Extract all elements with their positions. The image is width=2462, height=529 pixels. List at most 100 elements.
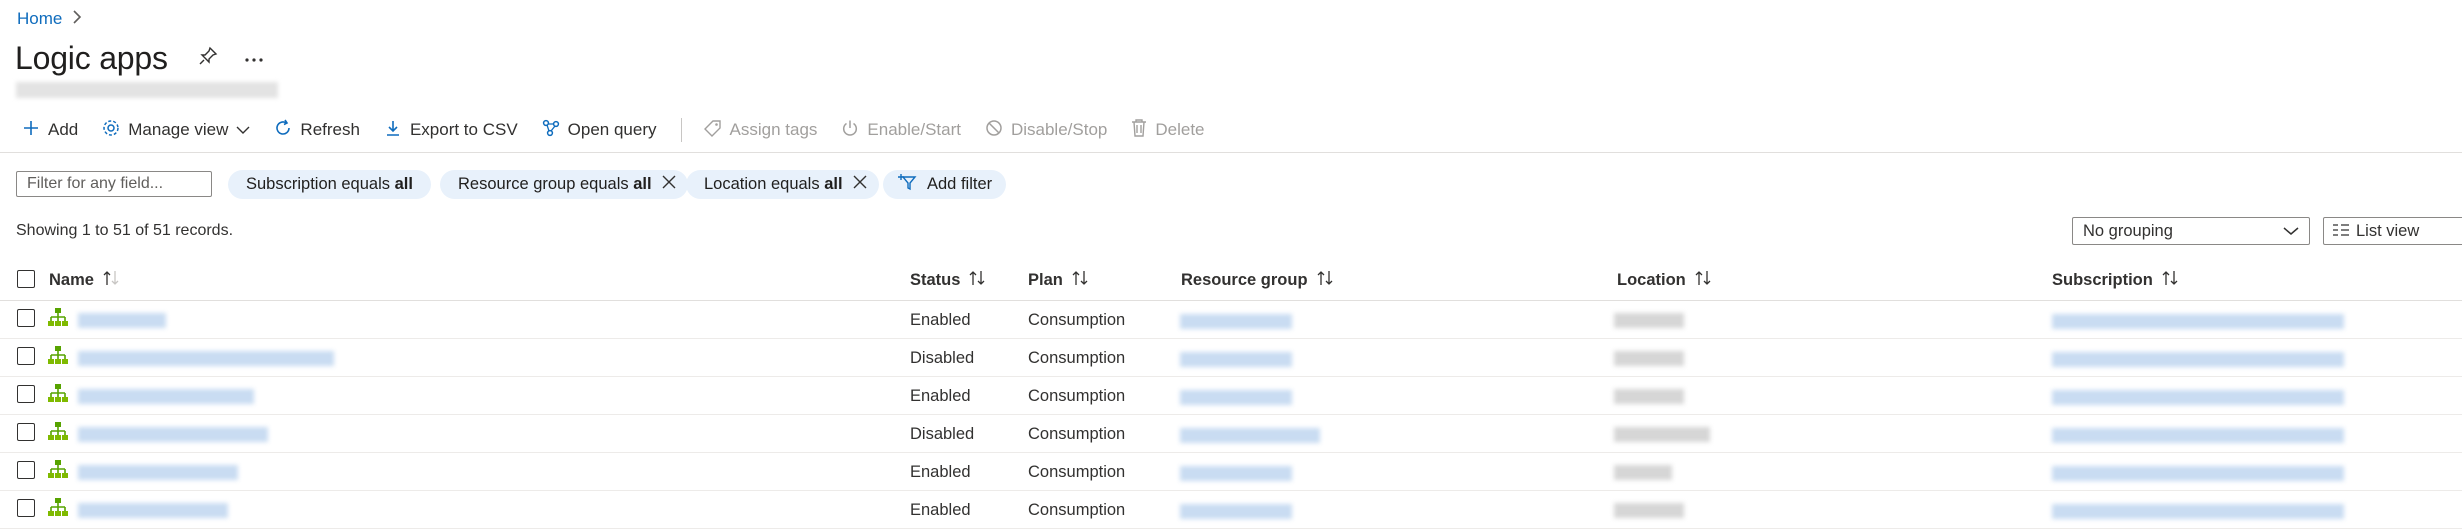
redacted-name-link[interactable] [78, 389, 254, 404]
column-header-resource-group[interactable]: Resource group [1181, 270, 1334, 291]
assign-tags-button[interactable]: Assign tags [703, 119, 817, 142]
column-header-name[interactable]: Name [49, 270, 120, 291]
export-csv-label: Export to CSV [409, 120, 518, 139]
query-icon [542, 119, 560, 142]
refresh-button[interactable]: Refresh [274, 119, 360, 142]
add-button[interactable]: Add [22, 119, 78, 142]
redacted-resource-group-link[interactable] [1180, 428, 1320, 443]
column-header-plan[interactable]: Plan [1028, 270, 1089, 291]
breadcrumb: Home [17, 9, 82, 29]
row-checkbox[interactable] [17, 309, 35, 327]
add-label: Add [48, 120, 79, 139]
pin-icon[interactable] [198, 46, 218, 71]
status-cell: Disabled [910, 349, 975, 367]
redacted-name-link[interactable] [78, 503, 228, 518]
resource-group-filter-text: Resource group equals all [458, 175, 652, 193]
add-filter-button[interactable]: Add filter [883, 170, 1007, 199]
redacted-subscription-link[interactable] [2052, 428, 2344, 443]
table-row[interactable]: Enabled Consumption [0, 491, 2462, 529]
add-filter-icon [897, 173, 917, 196]
view-selector[interactable]: List view [2323, 217, 2462, 245]
logic-app-icon [47, 383, 69, 410]
row-checkbox[interactable] [17, 499, 35, 517]
table-row[interactable]: Enabled Consumption [0, 301, 2462, 339]
grouping-dropdown[interactable]: No grouping [2072, 217, 2310, 245]
location-filter-pill[interactable]: Location equals all [686, 170, 879, 199]
plus-icon [22, 119, 40, 142]
redacted-subscription-link[interactable] [2052, 504, 2344, 519]
chevron-down-icon [2283, 222, 2299, 241]
delete-button[interactable]: Delete [1131, 118, 1205, 142]
breadcrumb-home-link[interactable]: Home [17, 9, 62, 29]
select-all-checkbox[interactable] [17, 270, 35, 288]
close-icon[interactable] [853, 175, 867, 194]
redacted-location [1614, 351, 1684, 366]
select-all[interactable] [17, 270, 35, 288]
logic-app-icon [47, 497, 69, 524]
status-cell: Disabled [910, 425, 975, 443]
redacted-resource-group-link[interactable] [1180, 314, 1292, 329]
sort-icon [1316, 270, 1334, 291]
disable-stop-button[interactable]: Disable/Stop [985, 119, 1107, 142]
redacted-location [1614, 503, 1684, 518]
table-row[interactable]: Disabled Consumption [0, 339, 2462, 377]
redacted-location [1614, 427, 1710, 442]
redacted-location [1614, 465, 1672, 480]
plan-cell: Consumption [1028, 501, 1126, 519]
redacted-subscription-link[interactable] [2052, 352, 2344, 367]
redacted-resource-group-link[interactable] [1180, 466, 1292, 481]
filter-search-input[interactable]: Filter for any field... [16, 171, 212, 197]
table-row[interactable]: Disabled Consumption [0, 415, 2462, 453]
row-checkbox[interactable] [17, 423, 35, 441]
disable-stop-label: Disable/Stop [1010, 120, 1108, 139]
resource-group-filter-pill[interactable]: Resource group equals all [440, 170, 688, 199]
redacted-resource-group-link[interactable] [1180, 390, 1292, 405]
redacted-resource-group-link[interactable] [1180, 504, 1292, 519]
redacted-name-link[interactable] [78, 351, 334, 366]
power-icon [841, 119, 859, 142]
table-row[interactable]: Enabled Consumption [0, 453, 2462, 491]
toolbar-divider [680, 118, 682, 142]
refresh-label: Refresh [300, 120, 360, 139]
column-header-location[interactable]: Location [1617, 270, 1712, 291]
row-checkbox[interactable] [17, 385, 35, 403]
export-csv-button[interactable]: Export to CSV [384, 119, 518, 142]
more-icon[interactable] [244, 50, 264, 68]
table-row[interactable]: Enabled Consumption [0, 377, 2462, 415]
redacted-name-link[interactable] [78, 465, 238, 480]
close-icon[interactable] [662, 175, 676, 194]
redacted-name-link[interactable] [78, 427, 268, 442]
table-header: Name Status Plan Resource group Location… [0, 262, 2462, 300]
sort-icon [2161, 270, 2179, 291]
refresh-icon [274, 119, 292, 142]
subscription-filter-pill[interactable]: Subscription equals all [228, 170, 431, 199]
open-query-label: Open query [567, 120, 657, 139]
enable-start-button[interactable]: Enable/Start [841, 119, 961, 142]
trash-icon [1131, 118, 1147, 142]
redacted-name-link[interactable] [78, 313, 166, 328]
redacted-resource-group-link[interactable] [1180, 352, 1292, 367]
row-checkbox[interactable] [17, 347, 35, 365]
add-filter-label: Add filter [927, 175, 993, 193]
column-header-status[interactable]: Status [910, 270, 986, 291]
logic-app-icon [47, 345, 69, 372]
plan-cell: Consumption [1028, 349, 1126, 367]
status-cell: Enabled [910, 311, 971, 329]
redacted-subscription-link[interactable] [2052, 314, 2344, 329]
open-query-button[interactable]: Open query [542, 119, 657, 142]
redacted-subscription-link[interactable] [2052, 390, 2344, 405]
row-checkbox[interactable] [17, 461, 35, 479]
chevron-right-icon [72, 9, 82, 29]
redacted-location [1614, 389, 1684, 404]
column-header-subscription[interactable]: Subscription [2052, 270, 2179, 291]
status-cell: Enabled [910, 463, 971, 481]
logic-app-icon [47, 307, 69, 334]
tag-icon [703, 119, 722, 142]
filter-placeholder: Filter for any field... [27, 175, 164, 192]
subscription-filter-text: Subscription equals all [246, 175, 413, 193]
toolbar-divider-line [0, 152, 2462, 153]
redacted-subtitle [16, 82, 278, 98]
manage-view-button[interactable]: Manage view [102, 119, 250, 142]
status-cell: Enabled [910, 387, 971, 405]
redacted-subscription-link[interactable] [2052, 466, 2344, 481]
